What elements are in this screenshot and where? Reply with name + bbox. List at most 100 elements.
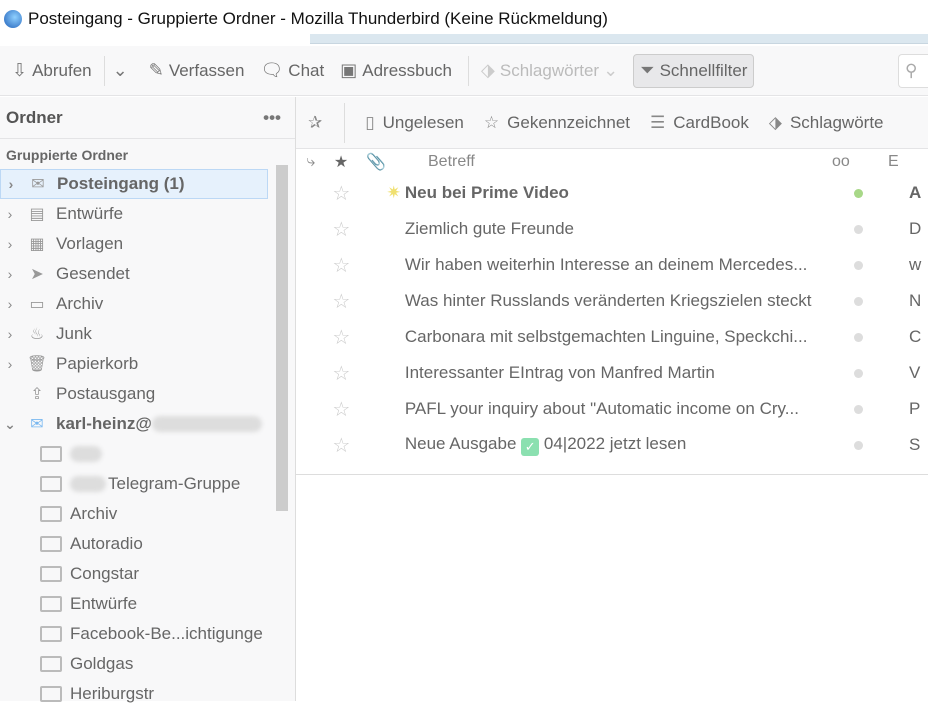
message-row[interactable]: ☆ Was hinter Russlands veränderten Kriegs… [296,283,928,319]
read-column-icon[interactable]: oo [828,153,888,171]
subfolder[interactable]: Autoradio [0,529,268,559]
message-sender: S [908,435,921,454]
addressbook-button[interactable]: ▣ Adressbuch [334,54,458,88]
get-messages-dropdown[interactable]: ⌄ [107,54,139,88]
message-row[interactable]: ☆ Wir haben weiterhin Interesse an deinem… [296,247,928,283]
sticky-filter-button[interactable]: ✰ [308,102,346,143]
subfolder[interactable]: Goldgas [0,649,268,679]
star-icon[interactable]: ☆ [328,217,355,242]
quickfilter-button[interactable]: ⏷ Schnellfilter [633,53,755,88]
chevron-right-icon[interactable]: › [1,176,21,192]
get-messages-button[interactable]: ⇩ Abrufen [6,54,98,88]
filter-starred-button[interactable]: ☆ Gekennzeichnet [484,113,630,133]
chevron-down-icon[interactable]: ⌄ [0,416,20,433]
read-dot-icon[interactable] [854,440,863,450]
subfolder[interactable]: Archiv [0,499,268,529]
chevron-down-icon: ⌄ [112,60,128,80]
folder-junk[interactable]: › ♨ Junk [0,319,268,349]
folder-archive[interactable]: › ▭ Archiv [0,289,268,319]
tag-icon: ⬗ [768,112,782,132]
star-icon[interactable]: ☆ [328,181,355,206]
message-row[interactable]: ☆ Neue Ausgabe ✓ 04|2022 jetzt lesen S [296,427,928,463]
folder-label: Heriburgstr [70,684,155,703]
message-sender: P [908,399,921,418]
folder-icon [40,686,62,702]
star-icon[interactable]: ☆ [328,433,355,458]
message-row[interactable]: ☆ Interessanter EIntrag von Manfred Marti… [296,355,928,391]
tags-button[interactable]: ⬗ Schlagwörter ⌄ [475,54,629,88]
compose-button[interactable]: ✎ Verfassen [143,54,251,88]
subject-part: 04|2022 jetzt lesen [543,434,687,453]
message-sender: A [908,183,922,202]
folder-outbox[interactable]: ⇪ Postausgang [0,379,268,409]
folder-label: Archiv [70,504,118,523]
subfolder[interactable]: Entwürfe [0,589,268,619]
star-icon[interactable]: ☆ [328,289,355,314]
message-row[interactable]: ☆ PAFL your inquiry about "Automatic inco… [296,391,928,427]
folder-templates[interactable]: › ▦ Vorlagen [0,229,268,259]
message-row[interactable]: ☆ Carbonara mit selbstgemachten Linguine,… [296,319,928,355]
subfolder[interactable]: Congstar [0,559,268,589]
read-dot-icon[interactable] [854,368,863,378]
unread-dot-icon[interactable] [854,188,863,198]
folder-inbox[interactable]: › ✉ Posteingang (1) [0,169,268,199]
read-dot-icon[interactable] [854,404,863,414]
account-row[interactable]: ⌄ ✉ karl-heinz@ [0,409,268,439]
more-options-button[interactable]: ••• [263,108,281,128]
star-icon[interactable]: ☆ [328,253,355,278]
folder-pane-header: Ordner ••• [0,97,295,139]
chevron-right-icon[interactable]: › [0,236,20,252]
folder-trash[interactable]: › 🗑 Papierkorb [0,349,268,379]
star-icon[interactable]: ☆ [328,397,355,422]
sender-column-header[interactable]: E [888,153,899,171]
subfolder[interactable]: Telegram-Gruppe [0,469,268,499]
folder-label: Facebook-Be...ichtigunge [70,624,263,643]
read-dot-icon[interactable] [854,260,863,270]
chevron-right-icon[interactable]: › [0,206,20,222]
star-column-icon[interactable]: ★ [326,152,356,172]
folder-label: Autoradio [70,534,143,553]
message-sender: C [908,327,922,346]
chevron-right-icon[interactable]: › [0,326,20,342]
star-icon[interactable]: ☆ [328,361,355,386]
inbox-icon: ✉ [31,176,45,193]
chevron-right-icon[interactable]: › [0,296,20,312]
read-dot-icon[interactable] [854,296,863,306]
search-icon: ⚲ [905,61,918,80]
filter-unread-button[interactable]: ▯ Ungelesen [365,113,464,133]
read-dot-icon[interactable] [854,332,863,342]
tab-strip[interactable] [310,34,928,44]
filter-unread-label: Ungelesen [382,112,464,132]
star-icon[interactable]: ☆ [328,325,355,350]
folder-icon [40,656,62,672]
checkmark-emoji-icon: ✓ [521,438,540,456]
folder-label: Gesendet [56,264,130,283]
filter-tags-label: Schlagwörte [789,112,884,132]
subject-column-header[interactable]: Betreff [396,153,828,171]
folder-label: Telegram-Gruppe [108,474,241,493]
subfolder[interactable]: Heriburgstr [0,679,268,709]
compose-label: Verfassen [168,60,245,80]
folder-sent[interactable]: › ➤ Gesendet [0,259,268,289]
message-row[interactable]: ☆ ✷ Neu bei Prime Video A [296,175,928,211]
subfolder[interactable]: Facebook-Be...ichtigunge [0,619,268,649]
message-sender: N [908,291,922,310]
thread-column-icon[interactable]: ⤷ [296,153,326,171]
search-input[interactable]: ⚲ [898,54,928,88]
folder-scrollbar[interactable] [276,165,288,511]
addressbook-icon: ▣ [340,60,358,80]
read-dot-icon[interactable] [854,224,863,234]
outbox-icon: ⇪ [30,386,44,403]
filter-cardbook-button[interactable]: ☰ CardBook [650,113,749,133]
quickfilter-bar: ✰ ▯ Ungelesen ☆ Gekennzeichnet ☰ CardBook ⬗… [296,97,928,149]
chevron-right-icon[interactable]: › [0,356,20,372]
folder-drafts[interactable]: › ▤ Entwürfe [0,199,268,229]
chevron-right-icon[interactable]: › [0,266,20,282]
subfolder[interactable] [0,439,268,469]
folder-icon [40,506,62,522]
addressbook-label: Adressbuch [362,60,453,80]
chat-button[interactable]: 🗨 Chat [254,54,330,88]
filter-tags-button[interactable]: ⬗ Schlagwörte [769,113,884,133]
attachment-column-icon[interactable]: 📎 [356,152,396,172]
message-row[interactable]: ☆ Ziemlich gute Freunde D [296,211,928,247]
